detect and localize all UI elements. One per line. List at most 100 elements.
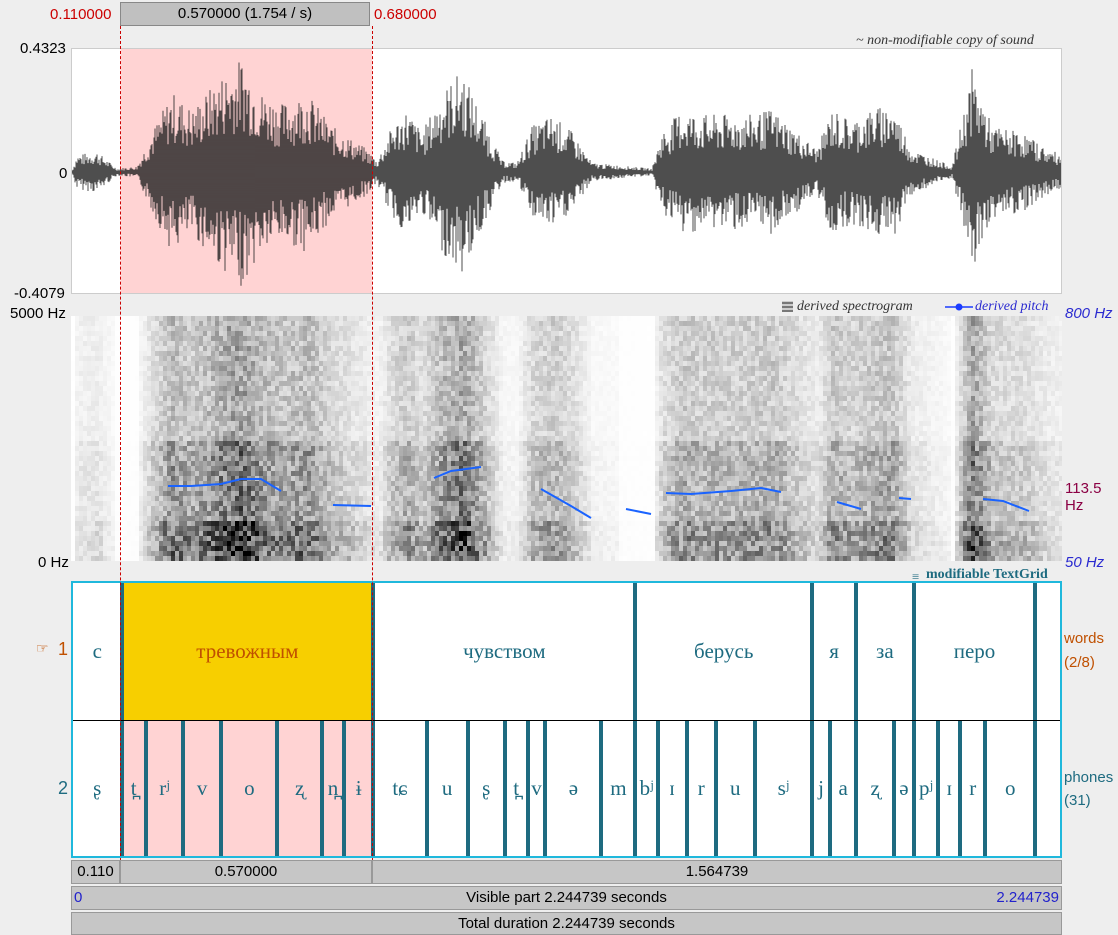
visible-part-label: Visible part 2.244739 seconds [466,889,667,906]
phone-interval[interactable]: tɕ [373,721,426,856]
tier-phones[interactable]: ʂ t̪ rʲ v o ʐ n̪ ɨ tɕ u ʂ t̪ v ə m bʲ ɪ r u sʲ j a ʐ ə pʲ ɪ r o [73,721,1060,856]
phone-boundary[interactable] [143,721,148,856]
phone-interval[interactable]: n̪ [321,721,345,856]
word-interval[interactable]: берусь [635,583,812,720]
phone-interval[interactable]: v [182,721,222,856]
phone-label: v [196,776,208,800]
word-boundary[interactable] [633,583,638,720]
phone-boundary[interactable] [342,721,347,856]
waveform-caption: ~ non-modifiable copy of sound [856,33,1034,48]
pitch-cursor-label: 113.5 Hz [1065,480,1102,514]
phone-boundary[interactable] [684,721,689,856]
phone-interval[interactable]: o [221,721,278,856]
phone-interval[interactable]: u [427,721,468,856]
phone-label: ə [568,776,579,800]
phone-boundary[interactable] [180,721,185,856]
word-interval[interactable]: с [73,583,122,720]
pitch-contour-segment [332,504,372,507]
phone-interval[interactable]: m [601,721,635,856]
phone-interval[interactable]: t̪ [121,721,146,856]
selection-end-cursor[interactable] [372,26,373,861]
spectrogram-panel[interactable] [71,316,1062,561]
phone-label: pʲ [919,776,933,800]
waveform-panel[interactable] [71,48,1062,294]
word-boundary[interactable] [911,583,916,720]
phone-interval[interactable]: sʲ [755,721,812,856]
phone-boundary[interactable] [525,721,530,856]
word-interval[interactable]: за [856,583,913,720]
phone-interval[interactable]: a [830,721,856,856]
phone-interval[interactable]: ʐ [856,721,894,856]
phone-interval[interactable]: ɪ [658,721,687,856]
phone-label: rʲ [159,776,170,800]
phone-boundary[interactable] [854,721,859,856]
phone-boundary[interactable] [424,721,429,856]
phone-label: j [818,776,824,800]
spectrogram-image [71,316,1062,561]
selection-start-cursor[interactable] [120,26,121,861]
phone-interval[interactable]: r [687,721,716,856]
phone-interval[interactable]: o [985,721,1035,856]
phone-boundary[interactable] [936,721,941,856]
phone-boundary[interactable] [713,721,718,856]
phone-boundary[interactable] [892,721,897,856]
phone-boundary[interactable] [465,721,470,856]
phone-interval[interactable]: r [960,721,985,856]
pitch-contour-segment [898,497,912,500]
word-interval[interactable]: перо [914,583,1036,720]
word-interval[interactable] [1035,583,1064,720]
tier1-name: words [1064,630,1105,647]
visible-part-bar[interactable]: 0 Visible part 2.244739 seconds 2.244739 [71,886,1062,910]
tier-words[interactable]: с тревожным чувством берусь я за перо [73,583,1060,721]
phone-boundary[interactable] [219,721,224,856]
phone-label: ʐ [295,776,305,800]
phone-boundary[interactable] [983,721,988,856]
phone-interval[interactable]: u [716,721,755,856]
phone-boundary[interactable] [810,721,815,856]
phone-interval[interactable]: ɨ [344,721,374,856]
textgrid-panel[interactable]: с тревожным чувством берусь я за перо ʂ t̪ rʲ v o ʐ… [71,581,1062,858]
duration-selected-bar[interactable]: 0.570000 [120,860,372,884]
selection-duration-bar[interactable]: 0.570000 (1.754 / s) [120,2,370,26]
phone-boundary[interactable] [633,721,638,856]
phone-boundary[interactable] [958,721,963,856]
tier2-count: (31) [1064,792,1091,809]
tier1-count: (2/8) [1064,654,1095,671]
phone-boundary[interactable] [319,721,324,856]
phone-interval[interactable]: ɪ [938,721,960,856]
phone-label: a [838,776,848,800]
phone-boundary[interactable] [502,721,507,856]
word-boundary[interactable] [1033,583,1038,720]
phone-boundary[interactable] [275,721,280,856]
phone-interval[interactable] [1035,721,1064,856]
word-interval[interactable]: я [812,583,856,720]
phone-interval[interactable]: rʲ [145,721,183,856]
word-interval[interactable]: чувством [373,583,635,720]
phone-boundary[interactable] [599,721,604,856]
phone-boundary[interactable] [1033,721,1038,856]
pitch-top-label: 800 Hz [1065,305,1113,322]
phone-boundary[interactable] [911,721,916,856]
word-boundary[interactable] [854,583,859,720]
phone-interval[interactable]: ʐ [277,721,322,856]
phone-boundary[interactable] [828,721,833,856]
word-interval[interactable]: тревожным [121,583,374,720]
phone-label: v [531,776,542,800]
pitch-caption: derived pitch [975,299,1049,314]
phone-interval[interactable]: ʂ [73,721,122,856]
phone-boundary[interactable] [752,721,757,856]
selection-end-time: 0.680000 [374,6,437,23]
wave-ymax-label: 0.4323 [20,40,66,57]
total-duration-bar[interactable]: Total duration 2.244739 seconds [71,912,1062,935]
phone-boundary[interactable] [655,721,660,856]
phone-label: t̪ [130,776,137,800]
phone-interval[interactable]: bʲ [635,721,657,856]
word-boundary[interactable] [810,583,815,720]
phone-boundary[interactable] [543,721,548,856]
phone-interval[interactable]: pʲ [914,721,939,856]
duration-before-bar[interactable]: 0.110 [71,860,120,884]
phone-interval[interactable]: t̪ [505,721,528,856]
phone-interval[interactable]: ʂ [468,721,505,856]
phone-interval[interactable]: ə [545,721,601,856]
duration-after-bar[interactable]: 1.564739 [372,860,1062,884]
